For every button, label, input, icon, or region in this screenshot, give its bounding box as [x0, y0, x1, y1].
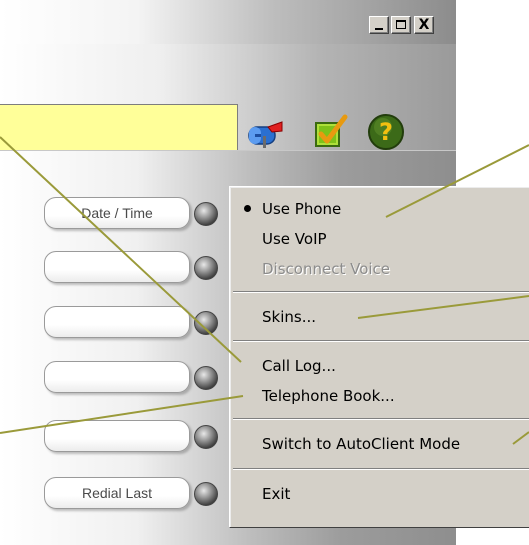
- close-button[interactable]: X: [414, 16, 434, 34]
- menu-item-label: Exit: [262, 485, 291, 503]
- speed-dial-button[interactable]: [44, 420, 190, 452]
- svg-text:?: ?: [379, 118, 393, 146]
- speed-dial-button[interactable]: [44, 306, 190, 338]
- indicator-led: [194, 202, 218, 226]
- menu-item-label: Disconnect Voice: [262, 260, 391, 278]
- menu-item-use-phone[interactable]: Use Phone: [230, 195, 529, 223]
- indicator-led: [194, 482, 218, 506]
- minimize-button[interactable]: [369, 16, 389, 34]
- menu-item-switch-autoclient[interactable]: Switch to AutoClient Mode: [230, 430, 529, 458]
- menu-item-skins[interactable]: Skins...: [230, 303, 529, 331]
- menu-item-label: Telephone Book...: [262, 387, 395, 405]
- indicator-led: [194, 425, 218, 449]
- mailbox-icon[interactable]: [246, 112, 286, 152]
- speed-dial-button[interactable]: [44, 361, 190, 393]
- menu-item-label: Call Log...: [262, 357, 336, 375]
- maximize-icon: [396, 20, 406, 29]
- menu-item-label: Use VoIP: [262, 230, 327, 248]
- menu-separator: [233, 418, 529, 420]
- menu-item-use-voip[interactable]: Use VoIP: [230, 225, 529, 253]
- minimize-icon: [375, 28, 383, 30]
- check-icon[interactable]: [310, 112, 350, 152]
- indicator-led: [194, 311, 218, 335]
- menu-item-disconnect-voice: Disconnect Voice: [230, 255, 529, 283]
- indicator-led: [194, 256, 218, 280]
- radio-selected-icon: [244, 205, 251, 212]
- menu-separator: [233, 291, 529, 293]
- menu-item-label: Skins...: [262, 308, 317, 326]
- indicator-led: [194, 366, 218, 390]
- help-icon[interactable]: ?: [366, 112, 406, 152]
- menu-separator: [233, 468, 529, 470]
- date-time-button[interactable]: Date / Time: [44, 197, 190, 229]
- maximize-button[interactable]: [391, 16, 411, 34]
- menu-item-telephone-book[interactable]: Telephone Book...: [230, 382, 529, 410]
- title-bar[interactable]: X: [0, 0, 456, 44]
- close-icon: X: [418, 17, 430, 33]
- top-panel: ?: [0, 44, 456, 168]
- context-menu: Use Phone Use VoIP Disconnect Voice Skin…: [229, 186, 529, 528]
- redial-last-button[interactable]: Redial Last: [44, 477, 190, 509]
- speed-dial-button[interactable]: [44, 251, 190, 283]
- menu-item-exit[interactable]: Exit: [230, 480, 529, 508]
- menu-item-label: Use Phone: [262, 200, 342, 218]
- menu-item-call-log[interactable]: Call Log...: [230, 352, 529, 380]
- menu-separator: [233, 340, 529, 342]
- menu-item-label: Switch to AutoClient Mode: [262, 435, 461, 453]
